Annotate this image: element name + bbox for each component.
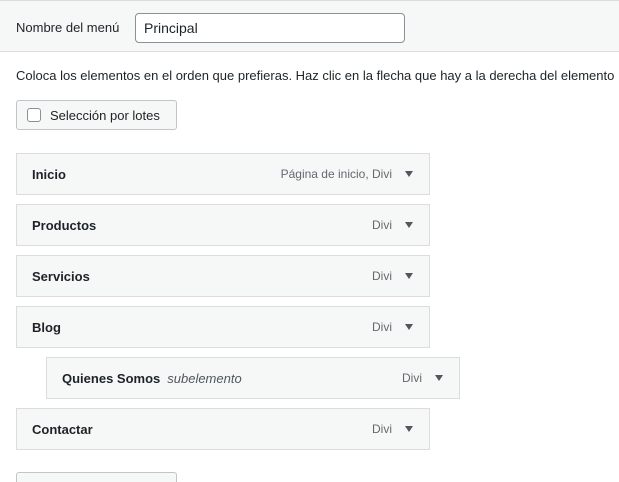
- menu-item-title: Contactar: [32, 421, 93, 437]
- menu-item-quienes-somos[interactable]: Quienes Somos subelemento Divi: [46, 357, 460, 399]
- menu-item-servicios[interactable]: Servicios Divi: [16, 255, 430, 297]
- bulk-select-label: Selección por lotes: [50, 107, 160, 123]
- menu-instructions: Coloca los elementos en el orden que pre…: [16, 68, 615, 83]
- menu-name-bar: Nombre del menú: [0, 0, 619, 52]
- menu-name-label: Nombre del menú: [16, 20, 120, 35]
- caret-down-icon[interactable]: [395, 313, 423, 341]
- bulk-select-button-bottom[interactable]: [16, 472, 177, 482]
- caret-down-icon[interactable]: [425, 364, 453, 392]
- menu-item-title: Inicio: [32, 166, 66, 182]
- bulk-select-button[interactable]: Selección por lotes: [16, 100, 177, 130]
- caret-down-icon[interactable]: [395, 160, 423, 188]
- menu-item-type: Divi: [372, 218, 392, 232]
- menu-item-title: Quienes Somos: [62, 370, 161, 386]
- caret-down-icon[interactable]: [395, 415, 423, 443]
- caret-down-icon[interactable]: [395, 211, 423, 239]
- menu-item-type: Divi: [372, 269, 392, 283]
- menu-name-input[interactable]: [135, 13, 405, 43]
- menu-item-type: Divi: [372, 320, 392, 334]
- menu-item-title: Servicios: [32, 268, 90, 284]
- menu-item-type: Divi: [402, 371, 422, 385]
- menu-item-productos[interactable]: Productos Divi: [16, 204, 430, 246]
- menu-item-type: Página de inicio, Divi: [280, 167, 392, 181]
- menu-item-contactar[interactable]: Contactar Divi: [16, 408, 430, 450]
- menu-item-inicio[interactable]: Inicio Página de inicio, Divi: [16, 153, 430, 195]
- menu-item-subitem-label: subelemento: [167, 370, 242, 386]
- menu-item-blog[interactable]: Blog Divi: [16, 306, 430, 348]
- caret-down-icon[interactable]: [395, 262, 423, 290]
- checkbox-icon[interactable]: [27, 108, 41, 122]
- menu-item-title: Productos: [32, 217, 97, 233]
- menu-item-type: Divi: [372, 422, 392, 436]
- menu-item-title: Blog: [32, 319, 61, 335]
